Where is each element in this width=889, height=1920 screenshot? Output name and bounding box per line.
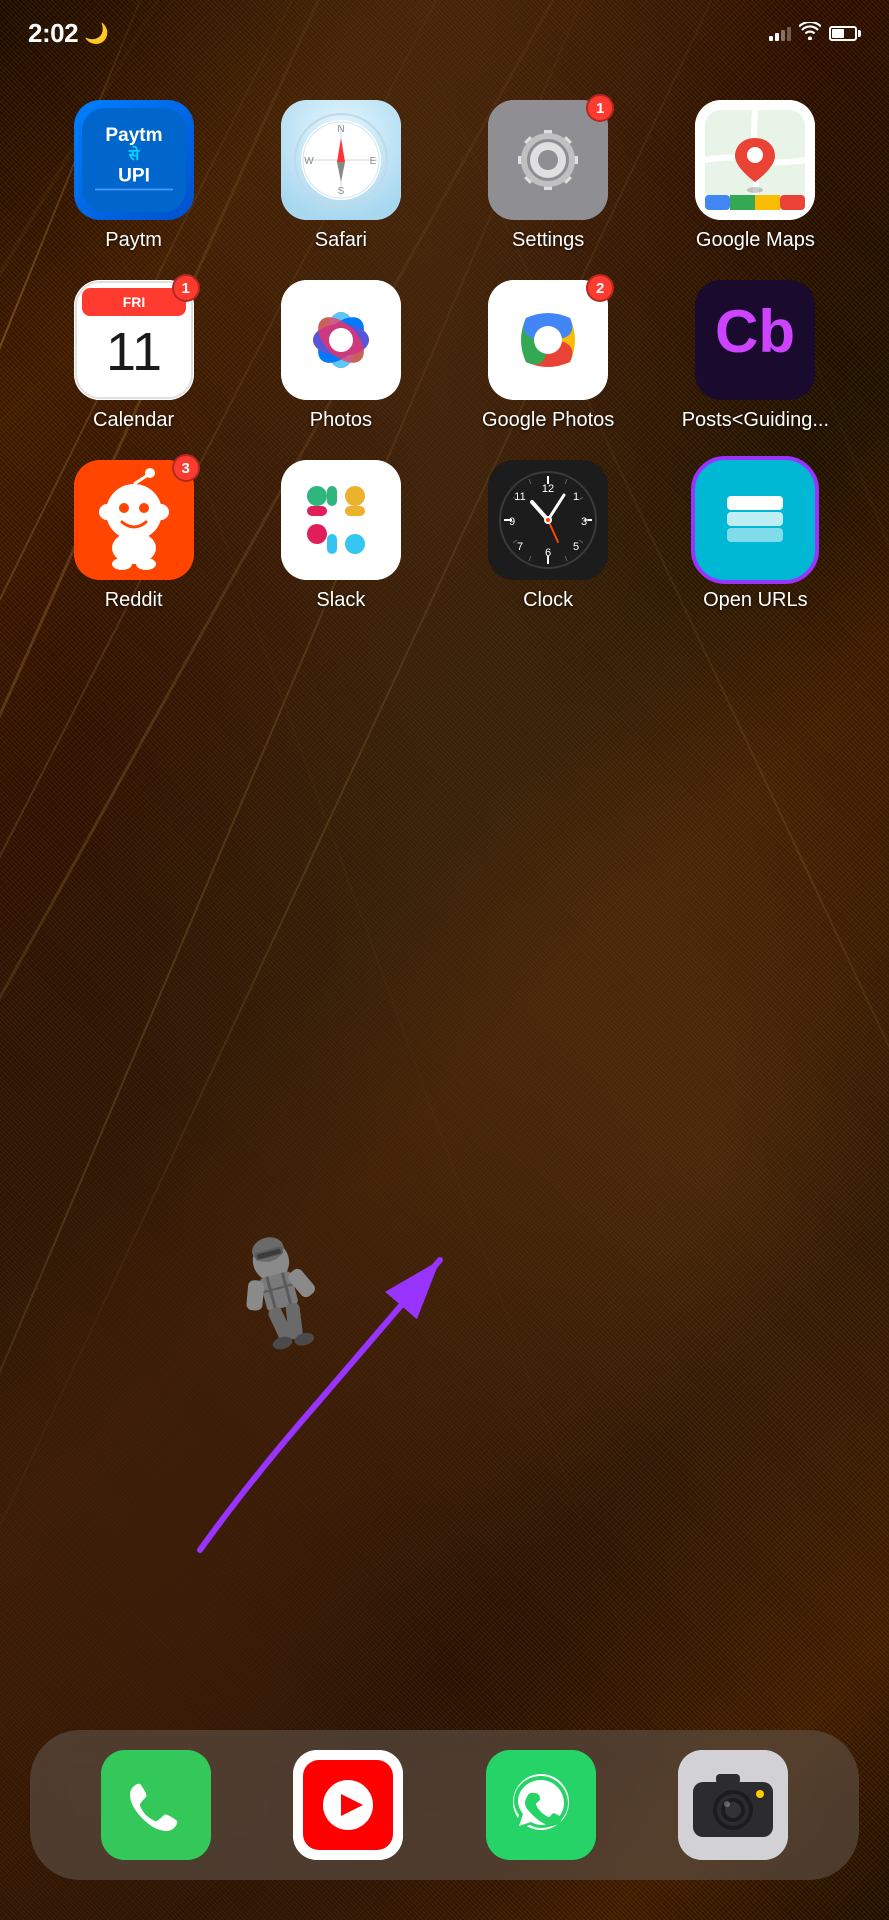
app-openurls-label: Open URLs bbox=[703, 588, 808, 612]
svg-text:से: से bbox=[127, 145, 140, 164]
app-clock[interactable]: 12 1 3 5 6 7 9 11 bbox=[445, 460, 652, 612]
dock-camera[interactable] bbox=[678, 1750, 788, 1860]
app-reddit-label: Reddit bbox=[105, 588, 163, 612]
time-display: 2:02 bbox=[28, 18, 78, 49]
dock bbox=[30, 1730, 859, 1880]
app-slack[interactable]: Slack bbox=[237, 460, 444, 612]
signal-bar-2 bbox=[775, 33, 779, 41]
svg-text:FRI: FRI bbox=[122, 294, 145, 310]
svg-text:3: 3 bbox=[581, 516, 587, 528]
app-paytm-label: Paytm bbox=[105, 228, 162, 252]
dock-youtube[interactable] bbox=[293, 1750, 403, 1860]
app-settings[interactable]: 1 bbox=[445, 100, 652, 252]
svg-text:7: 7 bbox=[517, 541, 523, 553]
dock-whatsapp[interactable] bbox=[486, 1750, 596, 1860]
svg-text:11: 11 bbox=[514, 491, 525, 503]
app-posts[interactable]: Cb Posts<Guiding... bbox=[652, 280, 859, 432]
app-maps-label: Google Maps bbox=[696, 228, 815, 252]
settings-badge: 1 bbox=[586, 94, 614, 122]
app-clock-label: Clock bbox=[523, 588, 573, 612]
signal-bar-4 bbox=[787, 27, 791, 41]
app-grid: Paytm से UPI Paytm bbox=[0, 80, 889, 632]
app-safari[interactable]: N S E W Safari bbox=[237, 100, 444, 252]
svg-text:W: W bbox=[304, 156, 314, 167]
app-calendar-label: Calendar bbox=[93, 408, 174, 432]
app-posts-label: Posts<Guiding... bbox=[682, 408, 829, 432]
status-time: 2:02 🌙 bbox=[28, 18, 108, 49]
app-gphotos-label: Google Photos bbox=[482, 408, 614, 432]
svg-text:6: 6 bbox=[545, 547, 551, 559]
svg-text:9: 9 bbox=[509, 516, 515, 528]
app-paytm[interactable]: Paytm से UPI Paytm bbox=[30, 100, 237, 252]
moon-icon: 🌙 bbox=[84, 21, 108, 46]
app-openurls[interactable]: Open URLs bbox=[652, 460, 859, 612]
reddit-badge: 3 bbox=[172, 454, 200, 482]
app-maps[interactable]: Google Maps bbox=[652, 100, 859, 252]
battery-icon bbox=[829, 26, 861, 41]
app-safari-label: Safari bbox=[315, 228, 367, 252]
app-photos-label: Photos bbox=[310, 408, 372, 432]
svg-text:UPI: UPI bbox=[118, 166, 150, 187]
dock-phone[interactable] bbox=[101, 1750, 211, 1860]
svg-text:12: 12 bbox=[542, 483, 554, 495]
svg-text:N: N bbox=[337, 124, 344, 135]
app-settings-label: Settings bbox=[512, 228, 584, 252]
svg-text:5: 5 bbox=[573, 541, 579, 553]
signal-bar-1 bbox=[769, 36, 773, 41]
signal-bar-3 bbox=[781, 30, 785, 41]
app-slack-label: Slack bbox=[316, 588, 365, 612]
app-reddit[interactable]: 3 bbox=[30, 460, 237, 612]
status-bar: 2:02 🌙 bbox=[0, 0, 889, 54]
app-calendar[interactable]: 1 FRI 11 Calendar bbox=[30, 280, 237, 432]
svg-text:1: 1 bbox=[573, 491, 579, 503]
status-icons bbox=[769, 22, 861, 45]
app-photos[interactable]: Photos bbox=[237, 280, 444, 432]
svg-text:Cb: Cb bbox=[715, 298, 795, 365]
calendar-badge: 1 bbox=[172, 274, 200, 302]
svg-text:11: 11 bbox=[106, 322, 162, 382]
app-gphotos[interactable]: 2 Google Photos bbox=[445, 280, 652, 432]
wifi-icon bbox=[799, 22, 821, 45]
svg-text:S: S bbox=[338, 186, 345, 197]
svg-text:Paytm: Paytm bbox=[105, 125, 162, 146]
gphotos-badge: 2 bbox=[586, 274, 614, 302]
signal-icon bbox=[769, 25, 791, 41]
svg-text:E: E bbox=[370, 156, 377, 167]
